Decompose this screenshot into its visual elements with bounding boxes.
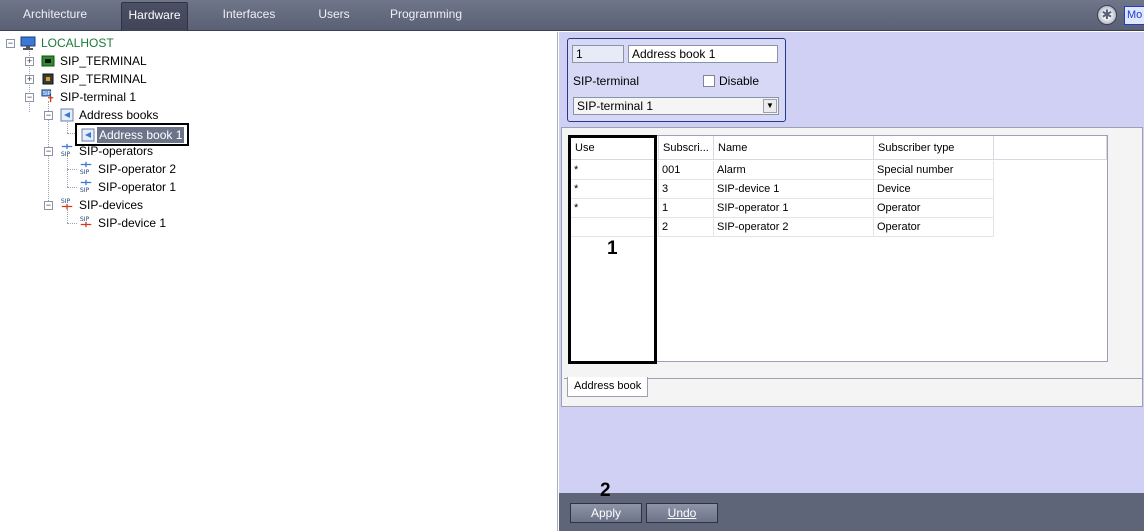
tree-node-localhost[interactable]: − LOCALHOST — [0, 34, 200, 52]
tree-label: LOCALHOST — [41, 36, 114, 50]
sip-operators-icon: SIP — [61, 143, 73, 157]
table-cell-type[interactable]: Special number — [874, 161, 994, 180]
select-value: SIP-terminal 1 — [577, 99, 654, 113]
disable-checkbox[interactable] — [703, 75, 715, 87]
bottom-button-bar: Apply Undo — [559, 493, 1144, 531]
table-cell-name[interactable]: Alarm — [714, 161, 874, 180]
board-icon — [41, 55, 55, 67]
expand-icon[interactable]: + — [25, 75, 34, 84]
sip-terminal-select[interactable]: SIP-terminal 1 ▼ — [573, 97, 779, 115]
settings-pane: 1 Address book 1 SIP-terminal Disable SI… — [559, 32, 1144, 531]
table-cell-type[interactable]: Device — [874, 180, 994, 199]
tree-node-sip-device-1[interactable]: SIP SIP-device 1 — [0, 214, 200, 232]
computer-icon — [20, 36, 36, 50]
subscribers-grid: Use Subscri... Name Subscriber type * 00… — [570, 135, 1108, 362]
collapse-icon[interactable]: − — [44, 201, 53, 210]
table-cell-name[interactable]: SIP-operator 1 — [714, 199, 874, 218]
settings-gear-icon[interactable]: ✱ — [1097, 5, 1117, 25]
tree-node-sip-operator-1[interactable]: SIP SIP-operator 1 — [0, 178, 200, 196]
column-header-subscriber-type[interactable]: Subscriber type — [874, 136, 994, 160]
svg-text:SIP: SIP — [80, 169, 90, 175]
tree-label: Address books — [79, 108, 159, 122]
annotation-number-1: 1 — [607, 238, 618, 259]
collapse-icon[interactable]: − — [6, 39, 15, 48]
address-book-icon — [81, 128, 95, 142]
svg-text:SIP: SIP — [80, 216, 90, 223]
sip-operator-icon: SIP — [80, 179, 92, 193]
id-field[interactable]: 1 — [572, 45, 624, 63]
column-header-use[interactable]: Use — [571, 136, 659, 160]
tree-label-selected: Address book 1 — [97, 127, 185, 143]
table-cell-use[interactable]: * — [571, 199, 659, 218]
tab-address-book[interactable]: Address book — [567, 377, 649, 397]
tree-label: SIP-device 1 — [98, 216, 167, 230]
tab-interfaces[interactable]: Interfaces — [214, 0, 284, 31]
tree-label: SIP-operator 1 — [98, 180, 177, 194]
apply-button[interactable]: Apply — [570, 503, 642, 523]
table-cell-name[interactable]: SIP-device 1 — [714, 180, 874, 199]
svg-text:SIP: SIP — [80, 187, 90, 193]
table-cell-subscriber[interactable]: 2 — [659, 218, 714, 237]
table-cell-subscriber[interactable]: 3 — [659, 180, 714, 199]
name-field[interactable]: Address book 1 — [628, 45, 778, 63]
tree-node-sip-operator-2[interactable]: SIP SIP-operator 2 — [0, 160, 200, 178]
address-book-panel: Use Subscri... Name Subscriber type * 00… — [561, 127, 1143, 407]
table-cell-use[interactable]: * — [571, 161, 659, 180]
object-settings-box: 1 Address book 1 SIP-terminal Disable SI… — [567, 38, 786, 122]
address-books-icon — [60, 108, 74, 122]
sip-terminal-icon: SIP — [41, 89, 54, 103]
tab-architecture[interactable]: Architecture — [14, 0, 96, 31]
bottom-tab-strip: Address book — [564, 377, 1142, 398]
annotation-number-2: 2 — [600, 480, 611, 501]
chevron-down-icon[interactable]: ▼ — [763, 99, 777, 113]
tree-label: SIP_TERMINAL — [60, 72, 147, 86]
expand-icon[interactable]: + — [25, 57, 34, 66]
tree-label: SIP_TERMINAL — [60, 54, 147, 68]
disable-label: Disable — [719, 74, 760, 88]
svg-text:SIP: SIP — [43, 91, 51, 97]
sip-terminal-label: SIP-terminal — [573, 74, 640, 88]
tab-programming[interactable]: Programming — [386, 0, 466, 31]
tree-node-sip-operators[interactable]: − SIP SIP-operators — [0, 142, 200, 160]
collapse-icon[interactable]: − — [44, 147, 53, 156]
svg-text:SIP: SIP — [61, 151, 71, 157]
top-tab-bar: Architecture Hardware Interfaces Users P… — [0, 0, 1144, 31]
table-cell-subscriber[interactable]: 001 — [659, 161, 714, 180]
column-header-name[interactable]: Name — [714, 136, 874, 160]
column-header-subscriber[interactable]: Subscri... — [659, 136, 714, 160]
collapse-icon[interactable]: − — [44, 111, 53, 120]
sip-operator-icon: SIP — [80, 161, 92, 175]
tab-users[interactable]: Users — [310, 0, 358, 31]
chip-icon — [42, 73, 54, 85]
table-cell-subscriber[interactable]: 1 — [659, 199, 714, 218]
table-cell-use[interactable]: * — [571, 180, 659, 199]
table-cell-type[interactable]: Operator — [874, 199, 994, 218]
tree-label: SIP-devices — [79, 198, 144, 212]
tree-node-sip-terminal[interactable]: + SIP_TERMINAL — [0, 52, 200, 70]
tree-node-sip-terminal[interactable]: + SIP_TERMINAL — [0, 70, 200, 88]
tree-label: SIP-operators — [79, 144, 154, 158]
tree-node-sip-terminal-1[interactable]: − SIP SIP-terminal 1 — [0, 88, 200, 106]
column-header-empty — [994, 136, 1107, 160]
tree-node-sip-devices[interactable]: − SIP SIP-devices — [0, 196, 200, 214]
collapse-icon[interactable]: − — [25, 93, 34, 102]
table-cell-type[interactable]: Operator — [874, 218, 994, 237]
tab-hardware[interactable]: Hardware — [121, 2, 188, 31]
tree-label: SIP-operator 2 — [98, 162, 177, 176]
tree-label: SIP-terminal 1 — [60, 90, 137, 104]
sip-device-icon: SIP — [80, 216, 92, 228]
table-cell-name[interactable]: SIP-operator 2 — [714, 218, 874, 237]
svg-text:SIP: SIP — [61, 198, 71, 205]
undo-button[interactable]: Undo — [646, 503, 718, 523]
mo-button[interactable]: Mo — [1124, 6, 1144, 25]
tree-node-address-books[interactable]: − Address books — [0, 106, 200, 124]
table-cell-use[interactable] — [571, 218, 659, 237]
sip-devices-icon: SIP — [61, 198, 73, 210]
hardware-tree: − LOCALHOST + SIP_TERMINAL + SIP_TERMINA… — [0, 32, 558, 531]
